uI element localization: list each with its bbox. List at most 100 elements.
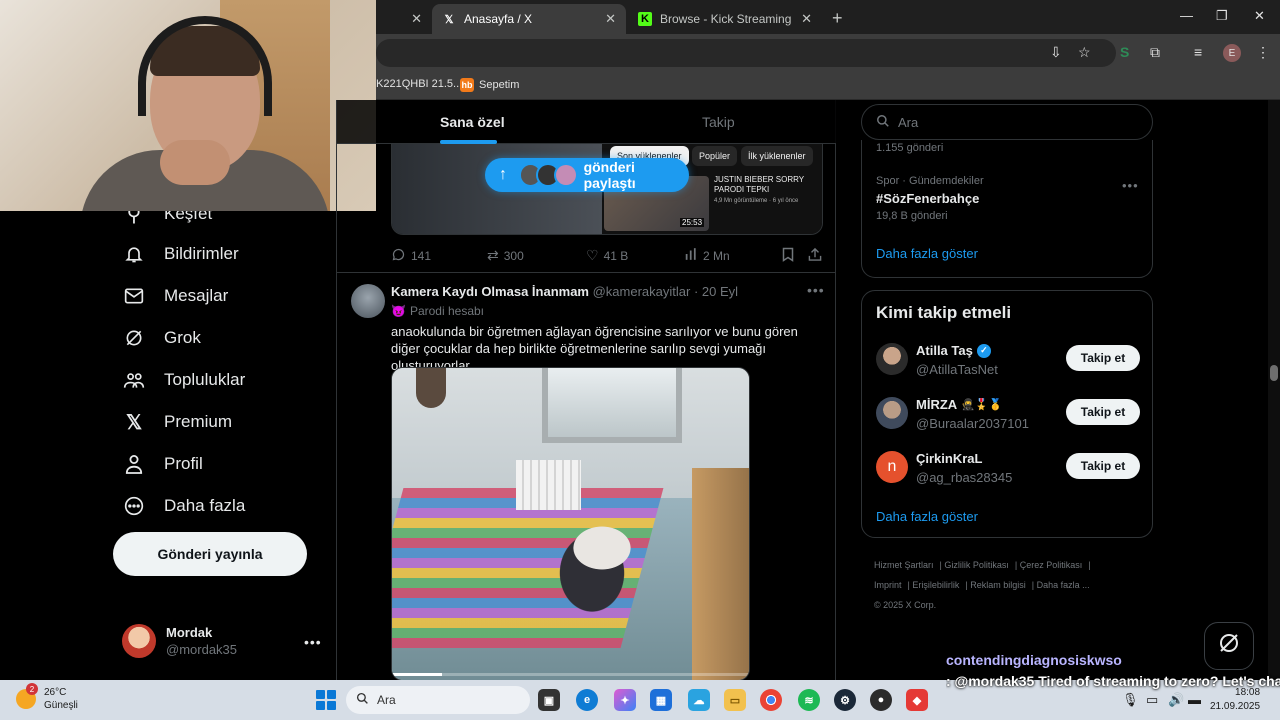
like-button[interactable]: ♡ 41 B [586, 247, 628, 264]
trends-show-more-link[interactable]: Daha fazla göster [876, 246, 978, 261]
reading-list-icon[interactable]: ≡ [1194, 44, 1202, 60]
kick-logo-icon: K [638, 12, 652, 26]
install-app-icon[interactable]: ⇩ [1050, 44, 1062, 61]
close-tab-icon[interactable]: ✕ [801, 11, 812, 27]
follow-button[interactable]: Takip et [1066, 345, 1140, 371]
spotify-icon[interactable]: ≋ [798, 689, 820, 711]
follow-suggestion[interactable]: MİRZA 🥷🎖️🥇 @Buraalar2037101 Takip et [876, 395, 1140, 435]
chip-popular[interactable]: Popüler [692, 146, 738, 166]
tab-for-you[interactable]: Sana özel [440, 114, 505, 130]
close-window-icon[interactable]: ✕ [1254, 8, 1265, 24]
nav-item-profile[interactable]: Profil [122, 452, 203, 476]
close-tab-icon[interactable]: ✕ [411, 11, 422, 27]
reply-button[interactable]: 141 [391, 247, 431, 265]
nav-item-grok[interactable]: Grok [122, 326, 201, 350]
microphone-icon[interactable]: 🎙 [1122, 692, 1139, 708]
menu-icon[interactable]: ⋮ [1256, 44, 1270, 61]
suggestion-name: Atilla Taş [916, 343, 973, 358]
webcam-person-hand [160, 140, 230, 185]
avatar [876, 397, 908, 429]
footer-link[interactable]: Çerez Politikası [1020, 560, 1083, 570]
nav-label: Grok [164, 328, 201, 347]
bookmark-item-sepetim[interactable]: hb Sepetim [460, 78, 519, 92]
views-button[interactable]: 2 Mn [684, 247, 730, 264]
taskbar-search[interactable]: Ara [346, 686, 530, 714]
post-author-handle[interactable]: @kamerakayitlar [593, 284, 691, 299]
post-button[interactable]: Gönderi yayınla [113, 532, 307, 576]
post-video[interactable] [391, 367, 750, 681]
active-tab-indicator [440, 140, 497, 144]
post-date[interactable]: 20 Eyl [702, 284, 738, 299]
file-explorer-icon[interactable]: ▭ [724, 689, 746, 711]
page-scrollbar[interactable] [1268, 100, 1280, 680]
new-tab-button[interactable]: + [832, 8, 843, 29]
tab-following[interactable]: Takip [702, 114, 735, 130]
weather-widget[interactable]: 2 26°C Güneşli [16, 683, 78, 712]
battery-icon[interactable]: ▬ [1188, 692, 1201, 707]
weather-app-icon[interactable]: ☁ [688, 689, 710, 711]
edge-icon[interactable]: e [576, 689, 598, 711]
parody-label: 😈 Parodi hesabı [391, 304, 484, 318]
store-icon[interactable]: ▦ [650, 689, 672, 711]
copilot-icon[interactable]: ✦ [614, 689, 636, 711]
scrollbar-thumb[interactable] [1270, 365, 1278, 381]
follow-suggestion[interactable]: n ÇirkinKraL @ag_rbas28345 Takip et [876, 449, 1140, 489]
bookmark-button[interactable] [782, 247, 794, 265]
browser-tab-kick[interactable]: K Browse - Kick Streaming ✕ [628, 4, 822, 34]
footer-link[interactable]: Imprint [874, 580, 902, 590]
x-logo-icon: 𝕏 [125, 411, 143, 434]
nav-item-communities[interactable]: Topluluklar [122, 368, 245, 392]
follow-button[interactable]: Takip et [1066, 453, 1140, 479]
extensions-icon[interactable]: ⧉ [1150, 44, 1160, 61]
trend-more-icon[interactable]: ••• [1122, 178, 1139, 193]
game-app-icon[interactable]: ● [870, 689, 892, 711]
profile-avatar[interactable]: E [1223, 44, 1241, 62]
account-more-icon[interactable]: ••• [304, 634, 322, 650]
account-handle: @mordak35 [166, 642, 238, 657]
steam-icon[interactable]: ⚙ [834, 689, 856, 711]
bookmark-item[interactable]: K221QHBI 21.5... [376, 78, 462, 90]
address-bar[interactable] [376, 39, 1116, 67]
extension-s-icon[interactable]: S [1120, 44, 1129, 60]
search-input[interactable]: Ara [861, 104, 1153, 140]
chip-oldest[interactable]: İlk yüklenenler [741, 146, 813, 166]
bookmark-star-icon[interactable]: ☆ [1078, 44, 1091, 61]
account-switcher[interactable]: Mordak @mordak35 [122, 624, 237, 658]
share-button[interactable] [808, 247, 822, 265]
nav-item-more[interactable]: Daha fazla [122, 494, 245, 518]
browser-tab-0[interactable]: ✕ [376, 4, 432, 34]
browser-tab-x[interactable]: 𝕏 Anasayfa / X ✕ [432, 4, 626, 34]
avatar [122, 624, 156, 658]
volume-icon[interactable]: 🔊 [1168, 692, 1184, 708]
windows-start-icon[interactable] [316, 690, 336, 710]
post-more-icon[interactable]: ••• [807, 282, 825, 298]
nav-item-premium[interactable]: 𝕏 Premium [122, 410, 232, 434]
copyright: © 2025 X Corp. [874, 600, 937, 610]
minimize-icon[interactable]: — [1180, 8, 1193, 23]
avatar[interactable] [351, 284, 385, 318]
close-tab-icon[interactable]: ✕ [605, 11, 616, 27]
trend-post-count: 1.155 gönderi [876, 142, 944, 154]
trend-hashtag[interactable]: #SözFenerbahçe [876, 191, 979, 206]
app-icon[interactable]: ◆ [906, 689, 928, 711]
footer-link[interactable]: Erişilebilirlik [912, 580, 959, 590]
new-posts-pill[interactable]: ↑ gönderi paylaştı [485, 158, 689, 192]
footer-link[interactable]: Reklam bilgisi [970, 580, 1026, 590]
repost-button[interactable]: ⇄ 300 [487, 247, 524, 264]
who-to-follow-show-more-link[interactable]: Daha fazla göster [876, 509, 978, 524]
network-icon[interactable]: ▭ [1146, 692, 1158, 708]
nav-label: Premium [164, 412, 233, 431]
maximize-icon[interactable]: ❐ [1216, 8, 1228, 24]
task-view-icon[interactable]: ▣ [538, 689, 560, 711]
chrome-icon[interactable] [760, 689, 782, 711]
follow-button[interactable]: Takip et [1066, 399, 1140, 425]
nav-item-notifications[interactable]: Bildirimler [122, 242, 239, 266]
nav-item-messages[interactable]: Mesajlar [122, 284, 228, 308]
post-author-name[interactable]: Kamera Kaydı Olmasa İnanmam [391, 284, 589, 299]
footer-link[interactable]: Daha fazla ... [1037, 580, 1090, 590]
verified-badge-icon: ✓ [976, 343, 991, 358]
footer-link[interactable]: Gizlilik Politikası [944, 560, 1009, 570]
follow-suggestion[interactable]: Atilla Taş ✓ @AtillaTasNet Takip et [876, 341, 1140, 381]
footer-link[interactable]: Hizmet Şartları [874, 560, 934, 570]
video-progress-bar[interactable] [392, 673, 749, 676]
